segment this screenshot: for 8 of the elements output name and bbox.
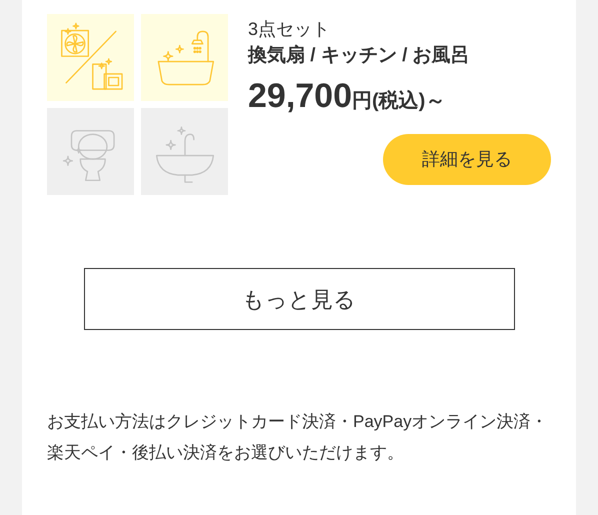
tax-note: (税込)～ (372, 89, 446, 114)
price: 29,700 (248, 76, 352, 116)
currency: 円 (352, 89, 372, 114)
more-button[interactable]: もっと見る (84, 268, 514, 330)
set-label: 3点セット (248, 18, 332, 41)
payment-note: お支払い方法はクレジットカード決済・PayPayオンライン決済・楽天ペイ・後払い決済をお選びいただけます。 (47, 411, 549, 464)
detail-button[interactable]: 詳細を見る (383, 134, 551, 185)
plan-title: 換気扇 / キッチン / お風呂 (248, 44, 471, 68)
